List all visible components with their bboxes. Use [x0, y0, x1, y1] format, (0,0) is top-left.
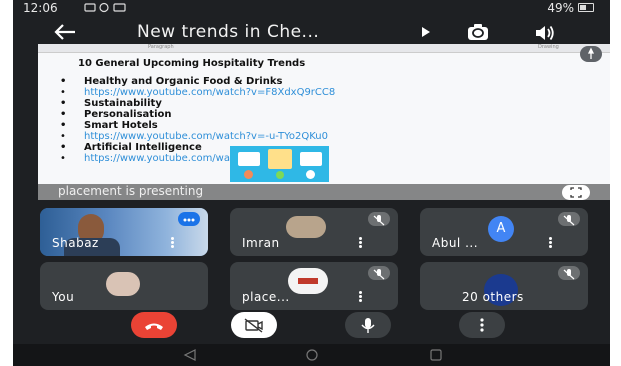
mic-off-icon	[368, 212, 390, 226]
participant-tile-placement[interactable]: place...	[230, 262, 398, 310]
participant-name: Abul ...	[432, 236, 479, 250]
trend-list: Healthy and Organic Food & Drinks https:…	[60, 76, 600, 164]
phone-screen: 12:06 49% New trends in Che... Paragraph…	[13, 0, 610, 366]
nav-back-icon[interactable]	[183, 349, 197, 361]
shared-presentation[interactable]: Paragraph Drawing 10 General Upcoming Ho…	[38, 44, 610, 200]
mic-off-icon	[558, 212, 580, 226]
back-arrow-icon[interactable]	[51, 18, 79, 46]
fullscreen-icon	[570, 187, 582, 198]
participant-tile-others[interactable]: 20 others	[420, 262, 588, 310]
participant-name: Shabaz	[52, 236, 99, 250]
trend-item: Personalisation	[60, 109, 600, 120]
participant-menu-icon[interactable]	[359, 291, 362, 302]
participant-tile-imran[interactable]: Imran	[230, 208, 398, 256]
fullscreen-button[interactable]	[562, 185, 590, 200]
trend-item: Smart Hotels	[60, 120, 600, 131]
more-vert-icon	[480, 318, 484, 332]
participant-avatar	[106, 272, 140, 296]
end-call-icon	[145, 323, 163, 330]
system-nav-bar	[13, 344, 610, 366]
cast-icon[interactable]	[419, 25, 433, 39]
smart-hotel-illustration	[230, 146, 329, 182]
participant-name: 20 others	[462, 290, 524, 304]
pin-button[interactable]	[580, 46, 602, 62]
video-link[interactable]: https://www.youtube.com/watch?v=F8XdxQ9r…	[60, 87, 600, 98]
document-ruler: Paragraph Drawing	[38, 44, 610, 53]
microphone-toggle-button[interactable]	[345, 312, 391, 338]
video-link[interactable]: https://www.youtube.com/watch?v=-u-TYo2Q…	[60, 131, 600, 142]
switch-camera-icon[interactable]	[465, 23, 491, 43]
nav-home-icon[interactable]	[305, 349, 319, 361]
video-link[interactable]: https://www.youtube.com/watch?v=Y84M_7Al…	[60, 153, 600, 164]
end-call-button[interactable]	[131, 312, 177, 338]
battery-icon	[578, 3, 594, 12]
call-controls	[13, 312, 610, 348]
participant-name: You	[52, 290, 75, 304]
trend-item: Sustainability	[60, 98, 600, 109]
status-battery-text: 49%	[547, 1, 574, 15]
camera-off-icon	[244, 318, 263, 333]
participant-tile-shabaz[interactable]: Shabaz	[40, 208, 208, 256]
nav-recents-icon[interactable]	[429, 349, 443, 361]
mic-off-icon	[558, 266, 580, 280]
presenter-banner: placement is presenting	[38, 184, 610, 200]
pin-icon	[587, 47, 595, 59]
slide-heading: 10 General Upcoming Hospitality Trends	[78, 58, 306, 69]
presenter-banner-text: placement is presenting	[58, 184, 204, 198]
participant-name: place...	[242, 290, 290, 304]
status-time: 12:06	[23, 1, 58, 15]
ruler-label-drawing: Drawing	[538, 44, 559, 50]
participant-menu-icon[interactable]	[359, 237, 362, 248]
participant-avatar	[286, 216, 326, 238]
more-options-button[interactable]	[459, 312, 505, 338]
participant-menu-icon[interactable]	[549, 237, 552, 248]
ruler-label-paragraph: Paragraph	[148, 44, 174, 50]
speaker-icon[interactable]	[533, 23, 557, 43]
participant-avatar	[288, 268, 328, 294]
participant-letter-avatar: A	[488, 216, 514, 242]
notification-icons	[84, 2, 126, 13]
trend-item: Artificial Intelligence	[60, 142, 600, 153]
speaking-indicator-icon	[178, 212, 200, 226]
mic-off-icon	[368, 266, 390, 280]
meeting-title: New trends in Che...	[137, 22, 320, 42]
participant-menu-icon[interactable]	[171, 237, 174, 248]
microphone-icon	[361, 318, 375, 333]
camera-toggle-button[interactable]	[231, 312, 277, 338]
participant-tile-abul[interactable]: A Abul ...	[420, 208, 588, 256]
participant-tile-you[interactable]: You	[40, 262, 208, 310]
participant-name: Imran	[242, 236, 280, 250]
status-bar: 12:06 49%	[13, 0, 610, 16]
trend-item: Healthy and Organic Food & Drinks	[60, 76, 600, 87]
